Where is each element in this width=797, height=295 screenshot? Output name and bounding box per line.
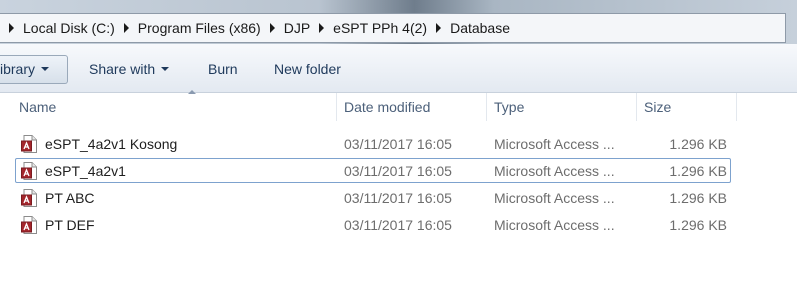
file-type: Microsoft Access ... xyxy=(494,136,615,152)
file-date: 03/11/2017 16:05 xyxy=(344,136,452,152)
file-row[interactable]: PT DEF 03/11/2017 16:05 Microsoft Access… xyxy=(15,212,731,237)
chevron-right-icon[interactable] xyxy=(9,23,14,33)
breadcrumb-espt[interactable]: eSPT PPh 4(2) xyxy=(310,14,427,42)
breadcrumb-djp[interactable]: DJP xyxy=(261,14,310,42)
file-type: Microsoft Access ... xyxy=(494,217,615,233)
new-folder-label: New folder xyxy=(274,61,341,77)
column-size-label: Size xyxy=(644,99,672,115)
file-date: 03/11/2017 16:05 xyxy=(344,190,452,206)
access-database-icon xyxy=(21,189,37,207)
column-header-size[interactable]: Size xyxy=(644,93,671,121)
chevron-right-icon[interactable] xyxy=(269,23,275,33)
column-name-label: Name xyxy=(19,99,57,115)
column-date-label: Date modified xyxy=(344,99,431,115)
new-folder-button[interactable]: New folder xyxy=(266,55,349,84)
file-name: eSPT_4a2v1 Kosong xyxy=(45,136,178,152)
column-divider[interactable] xyxy=(336,93,337,121)
file-row[interactable]: PT ABC 03/11/2017 16:05 Microsoft Access… xyxy=(15,185,731,210)
chevron-right-icon[interactable] xyxy=(319,23,325,33)
column-header-date[interactable]: Date modified xyxy=(344,93,430,121)
access-database-icon xyxy=(21,135,37,153)
chevron-down-icon xyxy=(41,67,50,72)
column-header-type[interactable]: Type xyxy=(494,93,524,121)
breadcrumb-label[interactable]: eSPT PPh 4(2) xyxy=(333,20,427,36)
file-row[interactable]: eSPT_4a2v1 03/11/2017 16:05 Microsoft Ac… xyxy=(15,158,731,183)
file-row[interactable]: eSPT_4a2v1 Kosong 03/11/2017 16:05 Micro… xyxy=(15,131,731,156)
column-divider[interactable] xyxy=(736,93,737,121)
file-size: 1.296 KB xyxy=(669,190,727,206)
share-label: Share with xyxy=(89,61,156,77)
sort-ascending-icon xyxy=(188,90,196,94)
file-type: Microsoft Access ... xyxy=(494,190,615,206)
burn-label: Burn xyxy=(208,61,238,77)
burn-button[interactable]: Burn xyxy=(200,55,246,84)
access-database-icon xyxy=(21,162,37,180)
breadcrumb-local-disk[interactable]: Local Disk (C:) xyxy=(0,14,115,42)
column-divider[interactable] xyxy=(636,93,637,121)
column-header-row: Name Date modified Type Size xyxy=(0,90,797,121)
column-divider[interactable] xyxy=(486,93,487,121)
file-size: 1.296 KB xyxy=(669,217,727,233)
chevron-right-icon[interactable] xyxy=(123,23,129,33)
breadcrumb-program-files[interactable]: Program Files (x86) xyxy=(115,14,261,42)
file-size: 1.296 KB xyxy=(669,163,727,179)
address-bar[interactable]: Local Disk (C:) Program Files (x86) DJP … xyxy=(0,13,786,43)
column-type-label: Type xyxy=(494,99,525,115)
file-name: PT ABC xyxy=(45,190,95,206)
chevron-down-icon xyxy=(161,67,170,72)
breadcrumb-label[interactable]: Local Disk (C:) xyxy=(23,20,115,36)
library-label: ibrary xyxy=(0,61,36,77)
command-bar: ibrary Share with Burn New folder xyxy=(0,44,797,93)
file-date: 03/11/2017 16:05 xyxy=(344,217,452,233)
access-database-icon xyxy=(21,216,37,234)
file-size: 1.296 KB xyxy=(669,136,727,152)
column-header-name[interactable]: Name xyxy=(19,90,196,121)
window-titlebar: Local Disk (C:) Program Files (x86) DJP … xyxy=(0,0,797,44)
breadcrumb-label[interactable]: DJP xyxy=(284,20,310,36)
breadcrumb-database[interactable]: Database xyxy=(427,14,510,42)
file-name: eSPT_4a2v1 xyxy=(45,163,126,179)
share-with-button[interactable]: Share with xyxy=(81,55,177,84)
file-date: 03/11/2017 16:05 xyxy=(344,163,452,179)
file-type: Microsoft Access ... xyxy=(494,163,615,179)
chevron-right-icon[interactable] xyxy=(436,23,442,33)
include-in-library-button[interactable]: ibrary xyxy=(0,55,68,84)
breadcrumb-label[interactable]: Database xyxy=(450,20,510,36)
breadcrumb-label[interactable]: Program Files (x86) xyxy=(138,20,261,36)
file-name: PT DEF xyxy=(45,217,95,233)
